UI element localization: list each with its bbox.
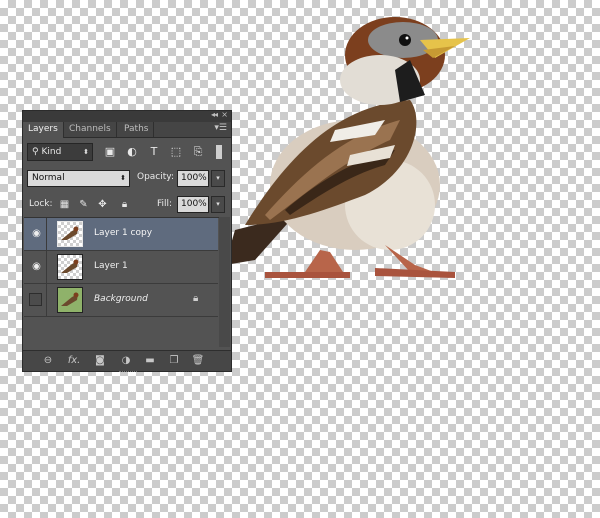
visibility-toggle-box[interactable]	[29, 293, 42, 306]
bird-thumbnail-icon	[61, 226, 79, 240]
type-filter-icon[interactable]: T	[147, 145, 161, 159]
row-divider	[46, 284, 47, 316]
opacity-field[interactable]: 100%	[177, 170, 209, 187]
opacity-label: Opacity:	[137, 172, 174, 182]
link-icon[interactable]: ⊖	[41, 355, 55, 367]
filter-kind-label: Kind	[41, 147, 62, 157]
updown-icon: ⬍	[83, 148, 89, 156]
adjustment-filter-icon[interactable]: ◐	[125, 145, 139, 159]
blend-mode-select[interactable]: Normal ⬍	[27, 170, 130, 187]
trash-icon[interactable]: 🗑︎	[191, 355, 205, 367]
tab-paths[interactable]: Paths	[119, 122, 155, 137]
opacity-dropdown-button[interactable]: ▾	[211, 170, 225, 187]
close-icon[interactable]: ×	[221, 110, 228, 119]
shape-filter-icon[interactable]: ⬚	[169, 145, 183, 159]
smart-object-filter-icon[interactable]: ⎘	[191, 145, 205, 159]
panel-footer: ⊖ fx. ◙ ◑ ▬ ❐ 🗑︎	[23, 350, 231, 372]
layer-row-layer-1-copy[interactable]: ◉ Layer 1 copy	[24, 218, 218, 251]
lock-all-icon[interactable]: 🔒︎	[119, 199, 130, 210]
layer-list-scrollbar[interactable]	[219, 217, 230, 347]
bird-thumbnail-icon	[61, 259, 79, 273]
fill-dropdown-button[interactable]: ▾	[211, 196, 225, 213]
panel-tabs: Layers Channels Paths ▾☰	[23, 122, 231, 138]
layer-thumbnail	[57, 254, 83, 280]
panel-title-strip[interactable]: ◂◂ ×	[23, 110, 231, 122]
row-divider	[46, 251, 47, 283]
layer-name[interactable]: Layer 1	[94, 261, 128, 271]
tab-channels[interactable]: Channels	[64, 122, 117, 137]
panel-menu-icon[interactable]: ▾☰	[214, 123, 227, 133]
new-layer-icon[interactable]: ❐	[167, 355, 181, 367]
fx-icon[interactable]: fx.	[67, 355, 81, 367]
row-divider	[46, 218, 47, 250]
fill-label: Fill:	[157, 199, 173, 209]
fill-field[interactable]: 100%	[177, 196, 209, 213]
collapse-icon[interactable]: ◂◂	[211, 110, 218, 119]
lock-icon: 🔒︎	[193, 293, 199, 304]
layer-thumbnail	[57, 221, 83, 247]
lock-image-brush-icon[interactable]: ✎	[78, 199, 89, 210]
layer-name[interactable]: Layer 1 copy	[94, 228, 152, 238]
filter-toggle-switch[interactable]	[216, 145, 222, 159]
layer-name[interactable]: Background	[94, 294, 148, 304]
bird-thumbnail-icon	[58, 288, 82, 312]
sparrow-image	[225, 17, 470, 278]
visibility-eye-icon[interactable]: ◉	[31, 228, 42, 239]
tab-layers[interactable]: Layers	[23, 122, 64, 138]
lock-position-icon[interactable]: ✥	[97, 199, 108, 210]
layer-row-background[interactable]: Background 🔒︎	[24, 284, 218, 317]
layer-thumbnail	[57, 287, 83, 313]
add-mask-icon[interactable]: ◙	[93, 355, 107, 367]
pixel-filter-icon[interactable]: ▣	[103, 145, 117, 159]
resize-grip[interactable]	[119, 371, 137, 375]
group-folder-icon[interactable]: ▬	[143, 355, 157, 367]
layer-list: ◉ Layer 1 copy ◉ Layer 1 Background 🔒︎	[24, 217, 230, 348]
layer-row-layer-1[interactable]: ◉ Layer 1	[24, 251, 218, 284]
visibility-eye-icon[interactable]: ◉	[31, 261, 42, 272]
adjustment-layer-icon[interactable]: ◑	[119, 355, 133, 367]
blend-mode-value: Normal	[32, 173, 65, 183]
lock-transparent-icon[interactable]: ▦	[59, 199, 70, 210]
layers-panel: ◂◂ × Layers Channels Paths ▾☰ ⚲ Kind ⬍ ▣…	[22, 110, 232, 372]
filter-kind-select[interactable]: ⚲ Kind ⬍	[27, 143, 93, 161]
updown-icon: ⬍	[120, 174, 126, 182]
search-icon: ⚲	[32, 147, 39, 157]
lock-label: Lock:	[29, 199, 53, 209]
